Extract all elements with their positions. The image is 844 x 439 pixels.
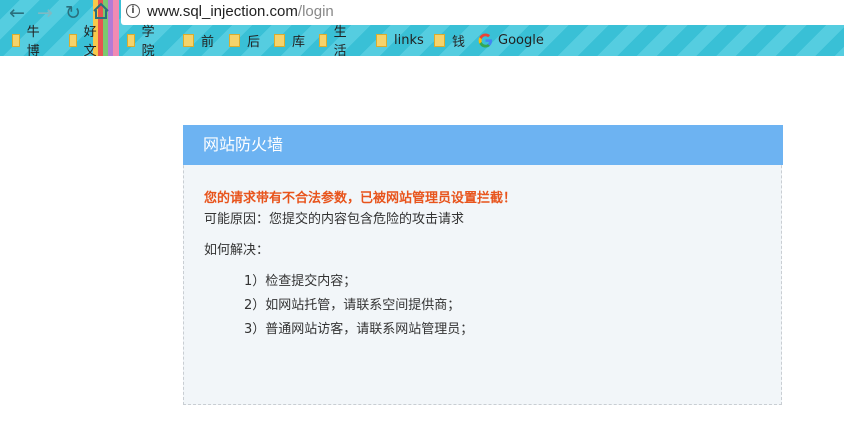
bookmark-label: 前 xyxy=(201,34,215,50)
folder-icon xyxy=(319,33,327,47)
bookmark-label: 学院 xyxy=(141,25,155,56)
block-alert: 您的请求带有不合法参数，已被网站管理员设置拦截！ xyxy=(204,191,517,206)
bookmark-folder[interactable]: links xyxy=(376,29,424,51)
back-icon[interactable]: ← xyxy=(6,2,28,24)
folder-icon xyxy=(376,33,387,47)
home-icon[interactable] xyxy=(90,1,112,23)
solution-list: 1）检查提交内容； 2）如网站托管，请联系空间提供商； 3）普通网站访客，请联系… xyxy=(244,273,473,345)
folder-icon xyxy=(274,33,285,47)
bookmark-label: 后 xyxy=(247,34,261,50)
solution-step: 1）检查提交内容； xyxy=(244,274,357,289)
bookmark-folder[interactable]: 牛博 xyxy=(12,25,43,56)
solution-step: 2）如网站托管，请联系空间提供商； xyxy=(244,298,461,313)
bookmark-label: 牛博 xyxy=(26,25,40,56)
info-icon[interactable]: i xyxy=(126,4,140,18)
folder-icon xyxy=(12,33,20,47)
reload-icon[interactable]: ↻ xyxy=(62,2,84,24)
bookmark-label: 钱 xyxy=(452,34,466,50)
bookmark-folder[interactable]: 库 xyxy=(274,29,305,51)
url-path: /login xyxy=(297,3,334,20)
panel-title: 网站防火墙 xyxy=(183,125,783,165)
bookmark-label: Google xyxy=(498,32,544,48)
folder-icon xyxy=(69,33,77,47)
block-reason: 可能原因：您提交的内容包含危险的攻击请求 xyxy=(204,212,465,227)
address-bar[interactable]: i www.sql_injection.com/login xyxy=(121,0,844,25)
folder-icon xyxy=(434,33,445,47)
bookmark-folder[interactable]: 好文 xyxy=(69,25,100,56)
how-to-heading: 如何解决： xyxy=(204,243,270,258)
bookmark-label: 生活 xyxy=(333,25,347,56)
bookmark-folder[interactable]: 前 xyxy=(183,29,214,51)
url-host: www.sql_injection.com xyxy=(147,3,298,20)
url-text[interactable]: www.sql_injection.com/login xyxy=(147,3,334,20)
bookmark-folder[interactable]: 钱 xyxy=(434,29,465,51)
bookmark-folder[interactable]: 后 xyxy=(229,29,260,51)
bookmark-label: 库 xyxy=(292,34,306,50)
solution-step: 3）普通网站访客，请联系网站管理员； xyxy=(244,322,474,337)
folder-icon xyxy=(183,33,194,47)
bookmark-folder[interactable]: 学院 xyxy=(127,25,158,56)
bookmark-label: 好文 xyxy=(83,25,97,56)
google-icon xyxy=(478,32,493,48)
bookmark-google[interactable]: Google xyxy=(478,29,544,51)
bookmark-label: links xyxy=(394,32,424,48)
folder-icon xyxy=(127,33,135,47)
browser-chrome: ← → ↻ i www.sql_injection.com/login 牛博 好… xyxy=(0,0,844,56)
folder-icon xyxy=(229,33,240,47)
firewall-panel: 网站防火墙 您的请求带有不合法参数，已被网站管理员设置拦截！ 可能原因：您提交的… xyxy=(183,125,783,405)
bookmark-folder[interactable]: 生活 xyxy=(319,25,350,56)
